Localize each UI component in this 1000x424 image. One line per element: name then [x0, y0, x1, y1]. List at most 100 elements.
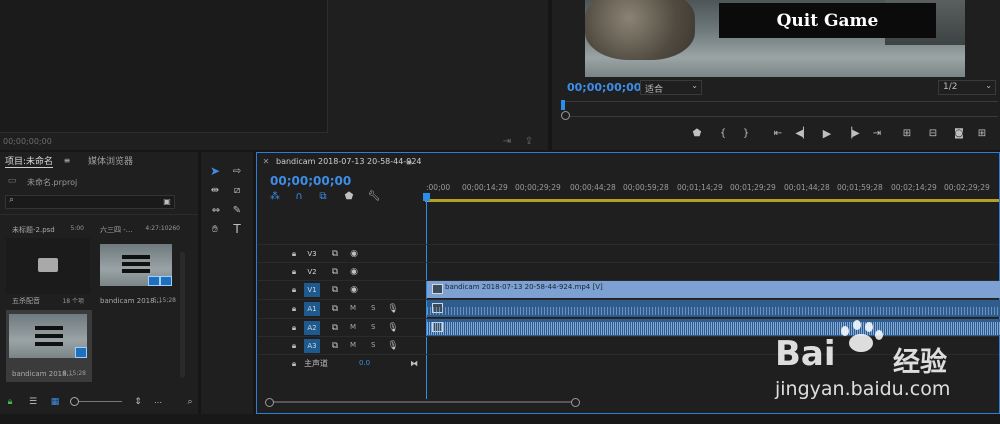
track-header-v2: 🔒︎ V2 ⧉ ◉ — [258, 263, 424, 281]
track-target-v1[interactable]: V1 — [304, 283, 320, 297]
project-file-name: 未命名.prproj — [27, 178, 78, 187]
slip-tool-icon[interactable]: ⇔ — [208, 203, 224, 217]
scroll-handle-right[interactable] — [571, 398, 580, 407]
sync-lock-icon[interactable]: ⧉ — [329, 303, 341, 315]
step-forward-icon[interactable]: ▕▶ — [844, 126, 859, 140]
thumb-size-slider[interactable] — [72, 401, 122, 402]
go-to-in-icon[interactable]: ⇤ — [770, 126, 786, 140]
new-bin-icon[interactable]: ▣ — [161, 195, 173, 207]
program-playhead[interactable] — [561, 100, 565, 110]
icon-view-icon[interactable]: ▦ — [49, 396, 61, 408]
eye-icon[interactable]: ◉ — [348, 284, 360, 296]
solo-button[interactable]: S — [371, 341, 375, 349]
list-view-icon[interactable]: ☰ — [27, 396, 39, 408]
lock-icon[interactable]: 🔒︎ — [289, 248, 299, 260]
extract-icon[interactable]: ⊟ — [925, 126, 941, 140]
mark-in-icon[interactable]: { — [716, 126, 730, 140]
timeline-timecode[interactable]: 00;00;00;00 — [270, 174, 351, 188]
tab-media-browser[interactable]: 媒体浏览器 — [88, 154, 133, 167]
close-icon[interactable]: ✕ — [262, 156, 270, 166]
find-icon[interactable]: ⌕ — [185, 396, 195, 408]
go-to-end-icon[interactable]: ⧓ — [408, 357, 420, 369]
snap-icon[interactable]: ∩ — [293, 190, 305, 202]
lock-icon[interactable]: 🔒︎ — [289, 340, 299, 352]
bin-thumbnail[interactable] — [6, 238, 90, 294]
play-icon[interactable]: ▶ — [820, 126, 834, 140]
video-clip[interactable]: bandicam 2018-07-13 20-58-44-924.mp4 [V] — [427, 281, 1000, 298]
clip-item-label[interactable]: bandicam 2018... 5;15;28 — [96, 296, 180, 308]
type-tool-icon[interactable]: T — [230, 222, 244, 236]
menu-icon[interactable]: ≡ — [405, 157, 413, 167]
sync-lock-icon[interactable]: ⧉ — [329, 266, 341, 278]
go-to-out-icon[interactable]: ⇥ — [869, 126, 885, 140]
mute-button[interactable]: M — [350, 341, 356, 349]
program-zoom-handle[interactable] — [561, 111, 570, 120]
lift-icon[interactable]: ⊞ — [899, 126, 915, 140]
camera-icon[interactable]: ◙ — [952, 126, 966, 140]
mute-button[interactable]: M — [350, 323, 356, 331]
lock-icon[interactable]: 🔒︎ — [289, 303, 299, 315]
sync-lock-icon[interactable]: ⧉ — [329, 248, 341, 260]
microphone-icon[interactable]: 🎙︎ — [387, 322, 398, 334]
program-scrub-bar[interactable] — [562, 101, 998, 117]
menu-icon[interactable]: ≡ — [63, 155, 71, 165]
timeline-horizontal-scrollbar[interactable] — [268, 401, 574, 403]
bin-item-label[interactable]: 五杀配音 18 个项 — [6, 295, 90, 307]
track-target-a2[interactable]: A2 — [304, 321, 320, 335]
solo-button[interactable]: S — [371, 304, 375, 312]
audio-clip-a1[interactable] — [427, 300, 1000, 317]
eye-icon[interactable]: ◉ — [348, 248, 360, 260]
track-target-v3[interactable]: V3 — [304, 247, 320, 261]
lock-icon[interactable]: 🔒︎ — [289, 266, 299, 278]
ripple-edit-tool-icon[interactable]: ⇹ — [208, 183, 222, 197]
razor-tool-icon[interactable]: ⧄ — [230, 183, 244, 197]
track-target-v2[interactable]: V2 — [304, 265, 320, 279]
timeline-tab-title[interactable]: bandicam 2018-07-13 20-58-44-924 — [276, 157, 422, 166]
project-item[interactable]: 六三四 -... 4:27:10260 — [96, 222, 180, 236]
master-volume[interactable]: 0.0 — [359, 359, 370, 367]
track-target-a1[interactable]: A1 — [304, 302, 320, 316]
sync-lock-icon[interactable]: ⧉ — [329, 340, 341, 352]
lock-icon[interactable]: 🔒︎ — [289, 358, 299, 370]
program-timecode[interactable]: 00;00;00;00 — [567, 81, 641, 94]
work-area-bar[interactable] — [425, 199, 999, 202]
fit-dropdown[interactable]: 适合 ⌄ — [640, 80, 702, 95]
nest-icon[interactable]: ⁂ — [269, 190, 281, 202]
eye-icon[interactable]: ◉ — [348, 266, 360, 278]
add-marker-icon[interactable]: ⬟ — [343, 190, 355, 202]
button-editor-icon[interactable]: ⊞ — [974, 126, 990, 140]
selected-clip-item[interactable]: bandicam 2018... 5;15;28 — [6, 310, 92, 382]
linked-selection-icon[interactable]: ⧉ — [317, 190, 329, 202]
solo-button[interactable]: S — [371, 323, 375, 331]
lock-icon[interactable]: 🔒︎ — [5, 396, 15, 408]
slider-handle[interactable] — [70, 397, 79, 406]
scroll-handle-left[interactable] — [265, 398, 274, 407]
sync-lock-icon[interactable]: ⧉ — [329, 322, 341, 334]
search-input[interactable]: ⌕ — [5, 195, 175, 209]
hand-tool-icon[interactable]: ✋︎ — [208, 222, 222, 236]
project-item[interactable]: 未标题-2.psd 5:00 — [6, 222, 90, 236]
resolution-dropdown[interactable]: 1/2 ⌄ — [938, 80, 996, 95]
lock-icon[interactable]: 🔒︎ — [289, 284, 299, 296]
track-target-a3[interactable]: A3 — [304, 339, 320, 353]
mark-out-icon[interactable]: } — [739, 126, 753, 140]
automate-icon[interactable]: ⋯ — [153, 396, 163, 408]
insert-icon[interactable]: ⇥ — [500, 135, 514, 147]
track-select-tool-icon[interactable]: ⇨ — [230, 164, 244, 178]
microphone-icon[interactable]: 🎙︎ — [387, 303, 398, 315]
selection-tool-icon[interactable]: ➤ — [208, 164, 222, 178]
sync-lock-icon[interactable]: ⧉ — [329, 284, 341, 296]
step-back-icon[interactable]: ◀▏ — [795, 126, 810, 140]
microphone-icon[interactable]: 🎙︎ — [387, 340, 398, 352]
mute-button[interactable]: M — [350, 304, 356, 312]
lock-icon[interactable]: 🔒︎ — [289, 322, 299, 334]
add-marker-icon[interactable]: ⬟ — [690, 126, 704, 140]
clip-thumbnail[interactable] — [100, 244, 172, 286]
timeline-playhead[interactable] — [423, 193, 430, 201]
project-scrollbar[interactable] — [180, 252, 185, 378]
sort-icon[interactable]: ⇕ — [133, 396, 143, 408]
export-frame-icon[interactable]: ⇪ — [522, 135, 536, 147]
wrench-icon[interactable]: 🔧︎ — [368, 190, 381, 202]
tab-project[interactable]: 项目:未命名 — [5, 154, 54, 168]
pen-tool-icon[interactable]: ✎ — [230, 203, 244, 217]
